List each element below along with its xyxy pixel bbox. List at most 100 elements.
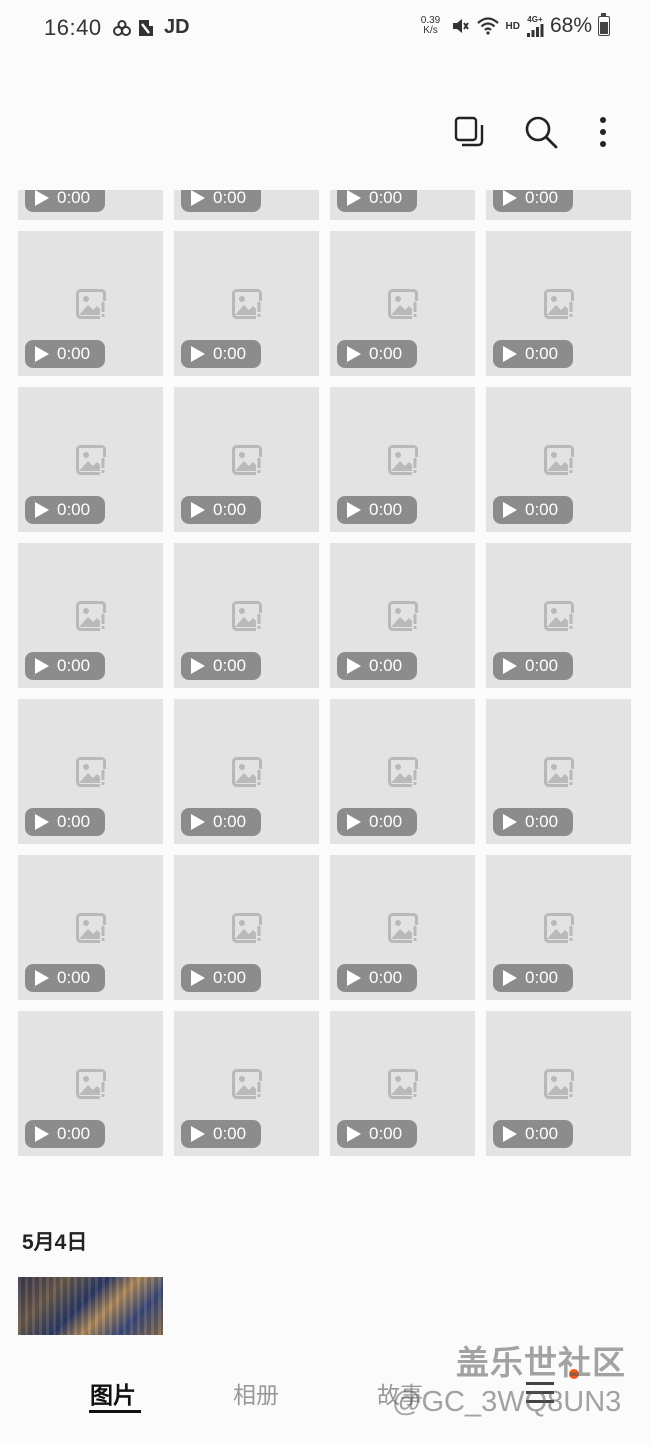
video-duration-badge: 0:00	[337, 340, 417, 368]
video-thumbnail[interactable]: 0:00	[330, 855, 475, 1000]
jd-notification-label: JD	[164, 16, 190, 38]
video-duration: 0:00	[213, 656, 247, 675]
app-notification-icon	[139, 19, 155, 36]
image-unavailable-icon	[544, 601, 574, 631]
video-thumbnail[interactable]: 0:00	[174, 387, 319, 532]
video-thumbnail[interactable]: 0:00	[486, 543, 631, 688]
video-thumbnail[interactable]: 0:00	[174, 855, 319, 1000]
video-thumbnail[interactable]: 0:00	[330, 699, 475, 844]
image-unavailable-icon	[76, 1069, 106, 1099]
photo-thumbnail[interactable]	[18, 1277, 163, 1335]
video-thumbnail[interactable]: 0:00	[174, 190, 319, 220]
video-duration: 0:00	[369, 190, 403, 207]
play-icon	[35, 970, 49, 986]
play-icon	[35, 190, 49, 206]
battery-percent: 68%	[549, 14, 592, 37]
image-unavailable-icon	[232, 445, 262, 475]
image-unavailable-icon	[232, 601, 262, 631]
video-duration-badge: 0:00	[337, 808, 417, 836]
video-duration-badge: 0:00	[25, 964, 105, 992]
video-duration: 0:00	[369, 656, 403, 675]
video-thumbnail[interactable]: 0:00	[18, 855, 163, 1000]
video-thumbnail[interactable]: 0:00	[486, 231, 631, 376]
video-duration: 0:00	[525, 190, 559, 207]
image-unavailable-icon	[232, 289, 262, 319]
active-tab-indicator	[89, 1410, 141, 1413]
search-icon[interactable]	[524, 112, 558, 152]
video-thumbnail[interactable]: 0:00	[330, 543, 475, 688]
image-unavailable-icon	[232, 1069, 262, 1099]
play-icon	[35, 658, 49, 674]
video-thumbnail[interactable]: 0:00	[174, 699, 319, 844]
video-thumbnail[interactable]: 0:00	[486, 1011, 631, 1156]
video-thumbnail[interactable]: 0:00	[18, 231, 163, 376]
play-icon	[503, 190, 517, 206]
video-duration-badge: 0:00	[493, 964, 573, 992]
image-unavailable-icon	[388, 445, 418, 475]
play-icon	[191, 970, 205, 986]
video-thumbnail[interactable]: 0:00	[174, 1011, 319, 1156]
play-icon	[503, 814, 517, 830]
play-icon	[35, 346, 49, 362]
video-thumbnail[interactable]: 0:00	[486, 699, 631, 844]
video-duration: 0:00	[57, 344, 91, 363]
video-duration: 0:00	[57, 968, 91, 987]
play-icon	[35, 814, 49, 830]
more-options-icon[interactable]	[596, 112, 610, 152]
video-duration: 0:00	[213, 190, 247, 207]
video-duration: 0:00	[525, 656, 559, 675]
video-duration-badge: 0:00	[493, 190, 573, 212]
video-thumbnail[interactable]: 0:00	[486, 190, 631, 220]
video-duration: 0:00	[369, 968, 403, 987]
play-icon	[347, 190, 361, 206]
video-thumbnail[interactable]: 0:00	[330, 190, 475, 220]
play-icon	[191, 502, 205, 518]
video-thumbnail[interactable]: 0:00	[174, 231, 319, 376]
video-duration-badge: 0:00	[25, 496, 105, 524]
video-duration: 0:00	[213, 968, 247, 987]
video-duration-badge: 0:00	[493, 808, 573, 836]
watermark-community: 盖乐世社区	[456, 1344, 626, 1381]
tab-albums[interactable]: 相册	[233, 1376, 279, 1410]
video-thumbnail[interactable]: 0:00	[486, 387, 631, 532]
video-thumbnail[interactable]: 0:00	[18, 543, 163, 688]
image-unavailable-icon	[76, 757, 106, 787]
image-unavailable-icon	[76, 601, 106, 631]
video-duration: 0:00	[213, 1124, 247, 1143]
tab-pictures[interactable]: 图片	[90, 1376, 136, 1410]
video-thumbnail[interactable]: 0:00	[18, 387, 163, 532]
network-type-label: 4G+	[527, 14, 543, 24]
video-thumbnail[interactable]: 0:00	[330, 1011, 475, 1156]
video-thumbnail[interactable]: 0:00	[486, 855, 631, 1000]
image-unavailable-icon	[388, 601, 418, 631]
play-icon	[35, 502, 49, 518]
status-bar: 16:40 JD 0.39 K/s HD 4G+ 68%	[0, 0, 650, 56]
media-grid: 0:00 0:00 0:00 0:00 0:00 0:00 0:00 0:00 0:00 0:00…	[18, 190, 634, 1160]
video-duration-badge: 0:00	[337, 652, 417, 680]
play-icon	[191, 658, 205, 674]
select-icon[interactable]	[452, 112, 486, 152]
video-thumbnail[interactable]: 0:00	[330, 231, 475, 376]
video-duration-badge: 0:00	[25, 808, 105, 836]
link-notification-icon	[113, 19, 131, 36]
video-thumbnail[interactable]: 0:00	[18, 190, 163, 220]
video-thumbnail[interactable]: 0:00	[174, 543, 319, 688]
video-duration-badge: 0:00	[181, 652, 261, 680]
video-duration-badge: 0:00	[181, 496, 261, 524]
video-thumbnail[interactable]: 0:00	[330, 387, 475, 532]
video-duration-badge: 0:00	[493, 652, 573, 680]
play-icon	[347, 346, 361, 362]
status-notification-icons: JD	[112, 16, 190, 39]
play-icon	[503, 658, 517, 674]
video-duration: 0:00	[57, 500, 91, 519]
image-unavailable-icon	[76, 913, 106, 943]
status-system-icons: 0.39 K/s HD 4G+ 68%	[418, 13, 610, 38]
video-duration-badge: 0:00	[181, 808, 261, 836]
video-thumbnail[interactable]: 0:00	[18, 699, 163, 844]
signal-bars-icon	[526, 23, 544, 37]
video-duration-badge: 0:00	[181, 1120, 261, 1148]
video-duration-badge: 0:00	[493, 1120, 573, 1148]
gallery-toolbar	[452, 112, 610, 152]
video-thumbnail[interactable]: 0:00	[18, 1011, 163, 1156]
image-unavailable-icon	[544, 289, 574, 319]
